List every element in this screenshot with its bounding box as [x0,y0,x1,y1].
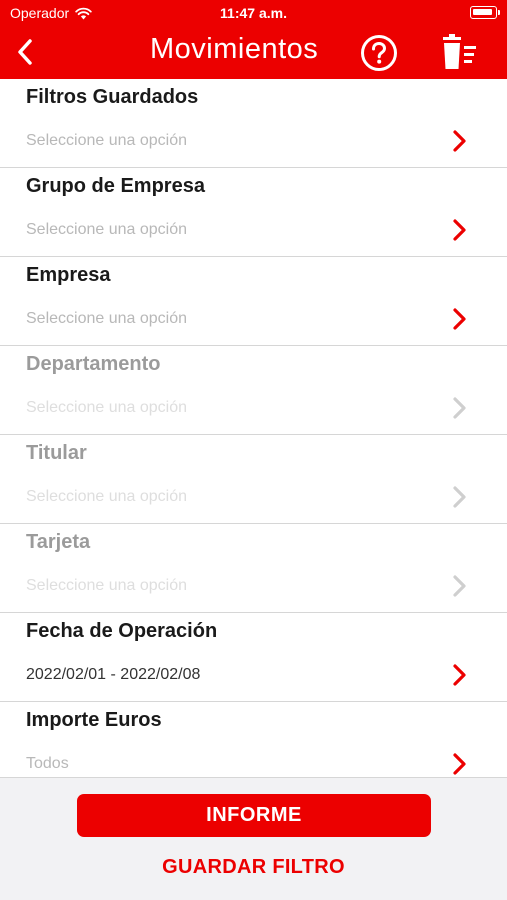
chevron-right-icon [452,307,468,331]
filter-row-filtros-guardados[interactable]: Filtros Guardados Seleccione una opción [0,79,507,168]
status-bar: Operador 11:47 a.m. [0,0,507,26]
save-filter-button[interactable]: GUARDAR FILTRO [0,856,507,879]
navigation-bar: Movimientos [0,26,507,79]
chevron-right-icon [452,752,468,776]
filter-value: Seleccione una opción [26,310,188,327]
chevron-left-icon [18,39,32,65]
filter-row-grupo-de-empresa[interactable]: Grupo de Empresa Seleccione una opción [0,168,507,257]
trash-filter-icon [443,34,476,69]
filter-row-departamento: Departamento Seleccione una opción [0,346,507,435]
chevron-right-icon [452,485,468,509]
filter-value: Seleccione una opción [26,577,188,594]
battery-icon [470,6,500,19]
filter-list: Filtros Guardados Seleccione una opción Gr… [0,79,507,791]
help-circle-icon [361,35,397,71]
chevron-right-icon [452,218,468,242]
page-title: Movimientos [150,33,319,65]
status-time: 11:47 a.m. [220,5,287,21]
clear-filters-button[interactable] [440,34,480,72]
filter-value: Seleccione una opción [26,399,188,416]
filter-row-tarjeta: Tarjeta Seleccione una opción [0,524,507,613]
filter-label: Departamento [26,353,161,375]
filter-row-empresa[interactable]: Empresa Seleccione una opción [0,257,507,346]
filter-label: Fecha de Operación [26,620,218,642]
filter-value: Seleccione una opción [26,488,188,505]
filter-label: Titular [26,442,87,464]
filter-row-fecha-de-operacion[interactable]: Fecha de Operación 2022/02/01 - 2022/02/0… [0,613,507,702]
help-button[interactable] [360,34,398,72]
filter-value: Todos [26,755,69,772]
filter-value: Seleccione una opción [26,221,188,238]
filter-value: 2022/02/01 - 2022/02/08 [26,666,201,683]
report-button[interactable]: INFORME [77,794,431,837]
filter-label: Grupo de Empresa [26,175,205,197]
filter-label: Importe Euros [26,709,162,731]
chevron-right-icon [452,129,468,153]
filter-row-titular: Titular Seleccione una opción [0,435,507,524]
filter-label: Empresa [26,264,111,286]
filter-label: Tarjeta [26,531,91,553]
back-button[interactable] [10,34,40,70]
chevron-right-icon [452,574,468,598]
app-header: Operador 11:47 a.m. Movimientos [0,0,507,79]
chevron-right-icon [452,663,468,687]
filter-label: Filtros Guardados [26,86,199,108]
chevron-right-icon [452,396,468,420]
footer-actions: INFORME GUARDAR FILTRO [0,777,507,900]
filter-value: Seleccione una opción [26,132,188,149]
